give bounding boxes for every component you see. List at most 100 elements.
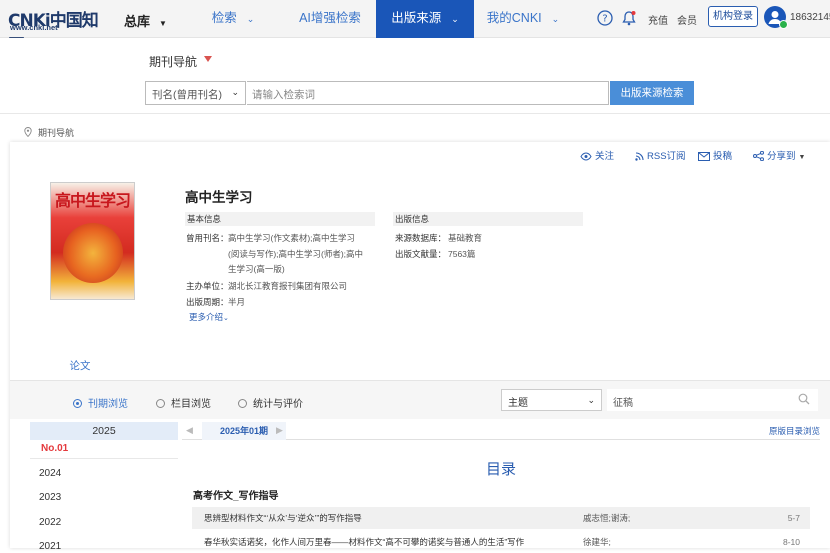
org-login-button[interactable]: 机构登录 (708, 6, 758, 27)
location-pin-icon (24, 127, 32, 137)
former-names-line-3: 生学习(高一版) (228, 264, 285, 274)
rss-button[interactable]: RSS订阅 (635, 148, 686, 162)
year-item[interactable]: 2022 (39, 517, 61, 528)
radio-unchecked-icon (238, 399, 247, 408)
article-authors: 戚志恒;谢涛; (583, 513, 631, 523)
article-title[interactable]: 思辨型材料作文“‘从众’与‘逆众’”的写作指导 (204, 507, 362, 529)
by-column-label: 栏目浏览 (171, 399, 211, 410)
recharge-link[interactable]: 充值 (648, 12, 668, 27)
journal-nav-title[interactable]: 期刊导航 (149, 53, 197, 70)
issue-article-list: ◀ 2025年01期 ▶ 原版目录浏览 目录 高考作文_写作指导 思辨型材料作文… (182, 422, 820, 548)
chevron-down-icon: ⌄ (231, 87, 239, 97)
breadcrumb-label[interactable]: 期刊导航 (38, 128, 74, 138)
radio-stats[interactable]: 统计与评价 (238, 395, 303, 410)
prev-issue-icon[interactable]: ◀ (186, 425, 193, 436)
topic-select[interactable]: 主题 ⌄ (501, 389, 602, 411)
year-current[interactable]: 2025 (30, 422, 178, 440)
search-icon[interactable] (798, 393, 810, 405)
current-issue-tab[interactable]: 2025年01期 (202, 422, 286, 440)
nav-publication-source-label: 出版来源 (391, 11, 442, 25)
former-names-label: 曾用刊名： (186, 233, 229, 243)
cycle-value: 半月 (228, 297, 246, 307)
article-row[interactable]: 春华秋实话诺奖，化作人间万里春——材料作文“高不可攀的诺奖与普通人的生活”写作 … (192, 531, 810, 553)
more-intro-link[interactable]: 更多介绍⌄ (189, 311, 229, 323)
nav-search-label: 检索 (211, 11, 237, 25)
radio-by-column[interactable]: 栏目浏览 (156, 395, 211, 410)
database-value: 基础教育 (448, 233, 483, 243)
caret-down-icon[interactable] (204, 56, 212, 62)
year-item[interactable]: 2023 (39, 492, 61, 503)
in-journal-search-value: 征稿 (613, 398, 633, 409)
member-link[interactable]: 会员 (677, 12, 697, 27)
year-item[interactable]: 2024 (39, 468, 61, 479)
nav-my-cnki[interactable]: 我的CNKI ⌄ (480, 0, 566, 38)
next-issue-icon[interactable]: ▶ (276, 425, 283, 436)
journal-cover-image: 高中生学习 (50, 182, 135, 300)
source-search-button[interactable]: 出版来源检索 (610, 81, 694, 105)
submit-manuscript-button[interactable]: 投稿 (698, 148, 732, 162)
journal-panel: 关注 RSS订阅 投稿 分享到 ▼ 高中生学习 高中生学习 基本信息 出版信息 曾… (10, 142, 830, 552)
svg-text:?: ? (602, 14, 607, 25)
nav-my-cnki-label: 我的CNKI (486, 11, 542, 25)
follow-label: 关注 (595, 151, 615, 162)
cnki-logo[interactable]: CNKi中国知网 www.cnki.net (8, 6, 99, 56)
sponsor-label: 主办单位： (186, 281, 229, 291)
year-divider (30, 458, 178, 459)
journal-title: 高中生学习 (185, 190, 253, 205)
field-select[interactable]: 刊名(曾用刊名) ⌄ (145, 81, 246, 105)
chevron-down-icon: ⌄ (223, 315, 229, 322)
year-list: 2025 No.01 2024 2023 2022 2021 (30, 422, 178, 552)
radio-by-issue[interactable]: 刊期浏览 (73, 395, 128, 410)
help-icon[interactable]: ? (597, 10, 613, 26)
year-item[interactable]: 2021 (39, 541, 61, 552)
radio-unchecked-icon (156, 399, 165, 408)
mail-icon (698, 152, 710, 161)
stats-label: 统计与评价 (253, 399, 303, 410)
search-input[interactable]: 请输入检索词 (247, 81, 609, 105)
nav-ai-search-label: AI增强检索 (299, 11, 361, 25)
article-row[interactable]: 思辨型材料作文“‘从众’与‘逆众’”的写作指导 戚志恒;谢涛; 5-7 (192, 507, 810, 529)
zongku-menu[interactable]: 总库 ▼ (124, 11, 167, 30)
bell-icon[interactable] (621, 10, 637, 26)
rss-icon (635, 152, 644, 161)
database-label: 来源数据库： (395, 233, 447, 243)
sponsor-value: 湖北长江教育报刊集团有限公司 (228, 281, 348, 291)
eye-icon (580, 152, 592, 161)
nav-publication-source[interactable]: 出版来源 ⌄ (376, 0, 474, 38)
search-placeholder: 请输入检索词 (252, 89, 315, 101)
doc-count-value: 7563篇 (448, 248, 476, 259)
tab-papers[interactable]: 论文 (52, 350, 108, 382)
article-pages: 8-10 (782, 537, 800, 547)
rss-label: RSS订阅 (647, 151, 686, 162)
follow-button[interactable]: 关注 (580, 148, 614, 162)
cover-title: 高中生学习 (55, 193, 131, 210)
former-names-line-1: 高中生学习(作文素材);高中生学习 (228, 233, 356, 243)
cycle-label: 出版周期： (186, 297, 229, 307)
field-select-value: 刊名(曾用刊名) (152, 89, 222, 101)
issue-no-current[interactable]: No.01 (41, 443, 68, 454)
article-title[interactable]: 春华秋实话诺奖，化作人间万里春——材料作文“高不可攀的诺奖与普通人的生活”写作 (204, 531, 524, 553)
top-bar: CNKi中国知网 www.cnki.net 总库 ▼ 检索 ⌄ AI增强检索 出版来… (0, 0, 830, 56)
username[interactable]: 18632145254 (790, 12, 830, 23)
article-pages: 5-7 (787, 513, 800, 523)
browse-toolbar: 刊期浏览 栏目浏览 统计与评价 主题 ⌄ 征稿 (10, 381, 830, 419)
article-authors: 徐建华; (583, 537, 611, 547)
doc-count-label: 出版文献量： (395, 248, 447, 259)
chevron-down-icon: ⌄ (587, 395, 595, 405)
in-journal-search-input[interactable]: 征稿 (607, 389, 818, 411)
share-button[interactable]: 分享到 ▼ (753, 148, 805, 162)
publish-info-header: 出版信息 (393, 212, 583, 226)
by-issue-label: 刊期浏览 (88, 399, 128, 410)
category-heading: 高考作文_写作指导 (193, 491, 279, 502)
chevron-down-icon: ⌄ (246, 14, 255, 24)
nav-search[interactable]: 检索 ⌄ (196, 0, 270, 38)
caret-down-icon: ▼ (798, 154, 806, 161)
breadcrumb: 期刊导航 (24, 126, 74, 139)
nav-ai-search[interactable]: AI增强检索 (290, 0, 370, 38)
former-names-line-2: (阅读与写作);高中生学习(师者);高中 (228, 248, 364, 259)
original-toc-link[interactable]: 原版目录浏览 (769, 425, 820, 437)
submit-label: 投稿 (713, 151, 733, 162)
cover-dragon-illustration (63, 223, 123, 283)
zongku-label: 总库 (124, 14, 151, 29)
share-label: 分享到 (767, 151, 796, 162)
